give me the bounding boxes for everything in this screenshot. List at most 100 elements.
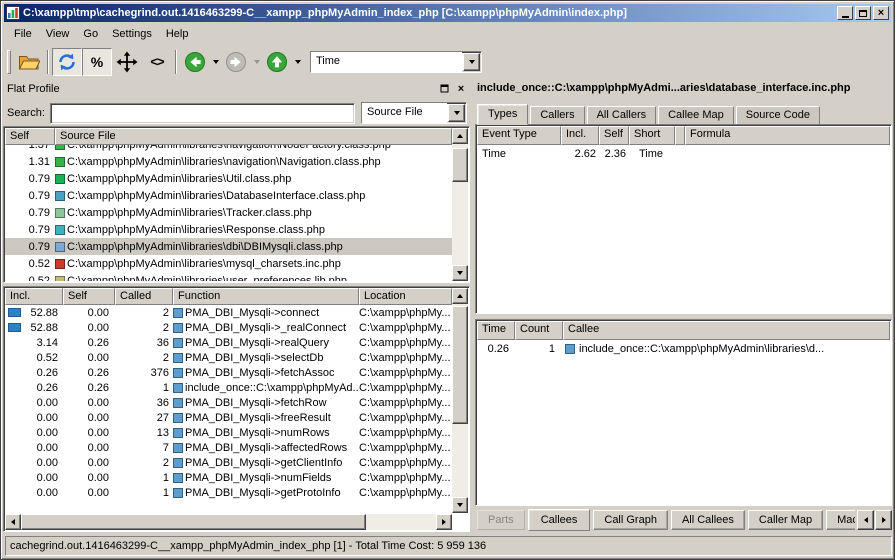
- minimize-button[interactable]: [837, 6, 853, 20]
- file-row[interactable]: 0.79 C:\xampp\phpMyAdmin\libraries\Util.…: [5, 170, 452, 187]
- scroll-down-button[interactable]: [452, 497, 468, 513]
- file-type-icon: [55, 145, 65, 150]
- file-row[interactable]: 0.79 C:\xampp\phpMyAdmin\libraries\Track…: [5, 204, 452, 221]
- detail-tab[interactable]: Source Code: [736, 106, 820, 125]
- column-header-called[interactable]: Called: [115, 288, 173, 305]
- scroll-up-button[interactable]: [452, 288, 468, 304]
- bottom-tab[interactable]: Call Graph: [593, 510, 668, 530]
- dock-titlebar[interactable]: Flat Profile ×: [4, 80, 471, 97]
- file-row[interactable]: 0.79 C:\xampp\phpMyAdmin\libraries\Respo…: [5, 221, 452, 238]
- scroll-left-button[interactable]: [5, 514, 21, 530]
- relative-percent-button[interactable]: %: [82, 48, 112, 76]
- function-row[interactable]: 0.52 0.00 2 PMA_DBI_Mysqli->selectDb C:\…: [5, 350, 452, 365]
- bottom-tab[interactable]: All Callees: [671, 510, 745, 530]
- callee-row[interactable]: 0.26 1 include_once::C:\xampp\phpMyAdmin…: [477, 340, 890, 357]
- open-file-button[interactable]: [14, 48, 44, 76]
- function-row[interactable]: 52.88 0.00 2 PMA_DBI_Mysqli->connect C:\…: [5, 305, 452, 320]
- back-dropdown-button[interactable]: [210, 48, 221, 76]
- close-button[interactable]: ×: [873, 6, 889, 20]
- callees-header: Time Count Callee: [477, 321, 890, 340]
- back-button[interactable]: [180, 48, 210, 76]
- incl-cell: 3.14: [5, 337, 63, 349]
- file-row[interactable]: 1.37 C:\xampp\phpMyAdmin\libraries\navig…: [5, 145, 452, 153]
- detail-tab[interactable]: Callers: [530, 106, 584, 125]
- event-type-dropdown-button[interactable]: [463, 53, 480, 71]
- detail-tab[interactable]: All Callers: [587, 106, 657, 125]
- menu-item[interactable]: Go: [76, 26, 105, 42]
- menu-item[interactable]: View: [39, 26, 77, 42]
- scroll-down-button[interactable]: [452, 265, 468, 281]
- file-row[interactable]: 0.79 C:\xampp\phpMyAdmin\libraries\Datab…: [5, 187, 452, 204]
- menu-item[interactable]: Help: [159, 26, 196, 42]
- file-row[interactable]: 0.79 C:\xampp\phpMyAdmin\libraries\dbi\D…: [5, 238, 452, 255]
- toolbar-handle[interactable]: [7, 50, 11, 74]
- incl-cell: 0.00: [5, 457, 63, 469]
- column-header-time[interactable]: Time: [477, 321, 515, 340]
- function-table-hscrollbar[interactable]: [5, 514, 452, 530]
- tab-scroll-left-button[interactable]: [857, 510, 874, 530]
- file-row[interactable]: 0.52 C:\xampp\phpMyAdmin\libraries\mysql…: [5, 255, 452, 272]
- event-type-select[interactable]: Time: [310, 51, 482, 73]
- function-cell: PMA_DBI_Mysqli->numRows: [173, 427, 359, 439]
- bottom-tab[interactable]: Callees: [528, 509, 591, 531]
- bottom-tab[interactable]: Caller Map: [748, 510, 823, 530]
- shorten-templates-button[interactable]: <>: [142, 48, 172, 76]
- function-row[interactable]: 0.00 0.00 1 PMA_DBI_Mysqli->numFields C:…: [5, 470, 452, 485]
- function-row[interactable]: 0.26 0.26 376 PMA_DBI_Mysqli->fetchAssoc…: [5, 365, 452, 380]
- called-value: 27: [115, 412, 173, 424]
- scroll-right-button[interactable]: [436, 514, 452, 530]
- function-table-vscrollbar[interactable]: [452, 288, 468, 513]
- column-header-event-type[interactable]: Event Type: [477, 126, 561, 145]
- column-header-incl[interactable]: Incl.: [561, 126, 599, 145]
- file-row[interactable]: 1.31 C:\xampp\phpMyAdmin\libraries\navig…: [5, 153, 452, 170]
- event-type-row[interactable]: Time 2.62 2.36 Time: [477, 145, 890, 162]
- menu-item[interactable]: File: [7, 26, 39, 42]
- column-header-formula[interactable]: Formula: [685, 126, 890, 145]
- dock-close-button[interactable]: ×: [454, 82, 468, 95]
- tab-scroll-right-button[interactable]: [875, 510, 892, 530]
- function-row[interactable]: 3.14 0.26 36 PMA_DBI_Mysqli->realQuery C…: [5, 335, 452, 350]
- scrollbar-thumb[interactable]: [452, 148, 468, 182]
- column-header-self[interactable]: Self: [599, 126, 629, 145]
- app-icon: [6, 6, 20, 20]
- column-header-incl[interactable]: Incl.: [5, 288, 63, 305]
- function-row[interactable]: 0.26 0.26 1 include_once::C:\xampp\phpMy…: [5, 380, 452, 395]
- function-row[interactable]: 0.00 0.00 1 PMA_DBI_Mysqli->getProtoInfo…: [5, 485, 452, 500]
- up-button[interactable]: [262, 48, 292, 76]
- chevron-down-icon: [469, 60, 475, 64]
- file-list-vscrollbar[interactable]: [452, 128, 468, 281]
- up-dropdown-button[interactable]: [292, 48, 303, 76]
- file-row[interactable]: 0.52 C:\xampp\phpMyAdmin\libraries\user_…: [5, 272, 452, 281]
- grouping-select[interactable]: Source File: [361, 102, 467, 124]
- function-row[interactable]: 52.88 0.00 2 PMA_DBI_Mysqli->_realConnec…: [5, 320, 452, 335]
- file-type-icon: [55, 191, 65, 201]
- menu-item[interactable]: Settings: [105, 26, 159, 42]
- column-header-function[interactable]: Function: [173, 288, 359, 305]
- function-row[interactable]: 0.00 0.00 36 PMA_DBI_Mysqli->fetchRow C:…: [5, 395, 452, 410]
- column-header-callee[interactable]: Callee: [563, 321, 890, 340]
- column-header-short[interactable]: Short: [629, 126, 675, 145]
- detail-tab[interactable]: Callee Map: [658, 106, 734, 125]
- function-row[interactable]: 0.00 0.00 13 PMA_DBI_Mysqli->numRows C:\…: [5, 425, 452, 440]
- column-header-count[interactable]: Count: [515, 321, 563, 340]
- function-row[interactable]: 0.00 0.00 2 PMA_DBI_Mysqli->getClientInf…: [5, 455, 452, 470]
- function-row[interactable]: 0.00 0.00 27 PMA_DBI_Mysqli->freeResult …: [5, 410, 452, 425]
- grouping-dropdown-button[interactable]: [448, 104, 465, 122]
- search-input[interactable]: [50, 103, 355, 124]
- cycle-detection-button[interactable]: [52, 48, 82, 76]
- maximize-button[interactable]: [855, 6, 871, 20]
- column-header-source-file[interactable]: Source File: [55, 128, 452, 145]
- scrollbar-thumb[interactable]: [21, 514, 366, 530]
- called-value: 2: [115, 352, 173, 364]
- dock-float-button[interactable]: [437, 82, 451, 95]
- detail-tab[interactable]: Types: [477, 104, 528, 125]
- function-row[interactable]: 0.00 0.00 7 PMA_DBI_Mysqli->affectedRows…: [5, 440, 452, 455]
- column-header-location[interactable]: Location: [359, 288, 452, 305]
- scroll-up-button[interactable]: [452, 128, 468, 144]
- angle-brackets-icon: <>: [150, 54, 163, 69]
- scrollbar-thumb[interactable]: [452, 306, 468, 424]
- relative-to-parent-button[interactable]: [112, 48, 142, 76]
- column-header-self[interactable]: Self: [5, 128, 55, 145]
- window-titlebar[interactable]: C:\xampp\tmp\cachegrind.out.1416463299-C…: [4, 4, 891, 22]
- column-header-self[interactable]: Self: [63, 288, 115, 305]
